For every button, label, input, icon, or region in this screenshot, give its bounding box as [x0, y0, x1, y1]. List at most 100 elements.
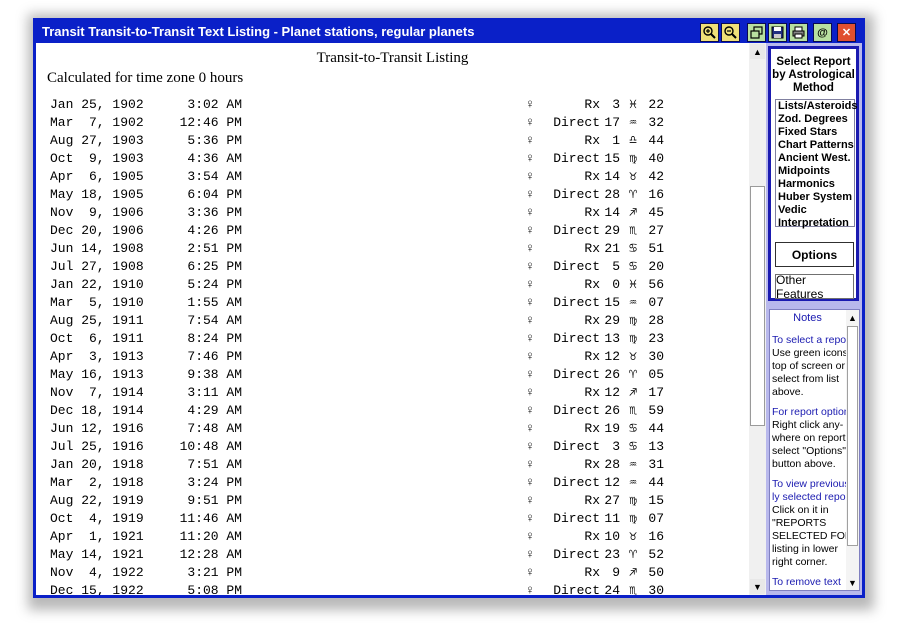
row-date: Jul 27, 1908	[50, 259, 144, 274]
row-degree: 0	[612, 277, 620, 292]
restore-icon[interactable]	[747, 23, 766, 42]
row-time: 4:36 AM	[187, 151, 242, 166]
zodiac-sign-icon: ♐	[629, 565, 637, 580]
venus-glyph-icon: ♀	[526, 475, 534, 490]
row-time: 4:26 PM	[187, 223, 242, 238]
row-minute: 27	[648, 223, 664, 238]
notes-scroll-thumb[interactable]	[847, 326, 858, 546]
list-item[interactable]: Vedic	[776, 204, 854, 217]
row-date: Jan 22, 1910	[50, 277, 144, 292]
list-item[interactable]: Midpoints	[776, 165, 854, 178]
row-degree: 17	[604, 115, 620, 130]
row-time: 7:54 AM	[187, 313, 242, 328]
venus-glyph-icon: ♀	[526, 529, 534, 544]
venus-glyph-icon: ♀	[526, 421, 534, 436]
row-minute: 59	[648, 403, 664, 418]
row-date: Nov 4, 1922	[50, 565, 144, 580]
zoom-out-icon[interactable]	[721, 23, 740, 42]
row-motion: Direct	[553, 475, 600, 490]
row-motion: Rx	[584, 169, 600, 184]
row-degree: 29	[604, 313, 620, 328]
row-date: Jan 25, 1902	[50, 97, 144, 112]
row-degree: 9	[612, 565, 620, 580]
zodiac-sign-icon: ♈	[629, 187, 637, 202]
venus-glyph-icon: ♀	[526, 349, 534, 364]
row-motion: Direct	[553, 295, 600, 310]
row-motion: Direct	[553, 439, 600, 454]
other-features-button[interactable]: Other Features	[775, 273, 854, 301]
row-date: Aug 25, 1911	[50, 313, 144, 328]
window-title: Transit Transit-to-Transit Text Listing …	[42, 24, 475, 39]
zoom-in-icon[interactable]	[700, 23, 719, 42]
notes-scrollbar[interactable]: ▲ ▼	[846, 310, 859, 590]
scroll-down-icon[interactable]: ▼	[750, 579, 765, 594]
zodiac-sign-icon: ♒	[629, 475, 637, 490]
row-date: Nov 9, 1906	[50, 205, 144, 220]
row-date: Aug 27, 1903	[50, 133, 144, 148]
row-degree: 19	[604, 421, 620, 436]
venus-glyph-icon: ♀	[526, 439, 534, 454]
list-item[interactable]: Ancient West.	[776, 152, 854, 165]
scroll-thumb[interactable]	[750, 186, 765, 426]
row-minute: 05	[648, 367, 664, 382]
row-date: Oct 9, 1903	[50, 151, 144, 166]
row-minute: 15	[648, 493, 664, 508]
row-minute: 32	[648, 115, 664, 130]
row-motion: Rx	[584, 421, 600, 436]
venus-glyph-icon: ♀	[526, 547, 534, 562]
zodiac-sign-icon: ♍	[629, 151, 637, 166]
list-item[interactable]: Lists/Asteroids	[776, 100, 857, 113]
venus-glyph-icon: ♀	[526, 115, 534, 130]
row-time: 7:46 PM	[187, 349, 242, 364]
row-minute: 30	[648, 349, 664, 364]
row-motion: Rx	[584, 529, 600, 544]
zodiac-sign-icon: ♍	[629, 493, 637, 508]
row-time: 2:51 PM	[187, 241, 242, 256]
print-icon[interactable]	[789, 23, 808, 42]
list-item[interactable]: Chart Patterns	[776, 139, 854, 152]
list-item[interactable]: Interpretation	[776, 217, 854, 230]
venus-glyph-icon: ♀	[526, 385, 534, 400]
notes-scroll-down-icon[interactable]: ▼	[846, 576, 859, 589]
row-minute: 16	[648, 529, 664, 544]
row-date: Apr 1, 1921	[50, 529, 144, 544]
zodiac-sign-icon: ♋	[629, 241, 637, 256]
row-date: Aug 22, 1919	[50, 493, 144, 508]
email-icon[interactable]: @	[813, 23, 832, 42]
list-item[interactable]: Huber System	[776, 191, 854, 204]
zodiac-sign-icon: ♉	[629, 529, 637, 544]
zodiac-sign-icon: ♏	[629, 403, 637, 418]
list-item[interactable]: Zod. Degrees	[776, 113, 854, 126]
venus-glyph-icon: ♀	[526, 367, 534, 382]
row-time: 9:51 PM	[187, 493, 242, 508]
row-time: 4:29 AM	[187, 403, 242, 418]
row-motion: Direct	[553, 547, 600, 562]
venus-glyph-icon: ♀	[526, 169, 534, 184]
row-time: 9:38 AM	[187, 367, 242, 382]
title-bar[interactable]: Transit Transit-to-Transit Text Listing …	[36, 21, 862, 43]
close-icon[interactable]: ✕	[837, 23, 856, 42]
zodiac-sign-icon: ♒	[629, 457, 637, 472]
report-content[interactable]: Transit-to-Transit Listing Calculated fo…	[36, 43, 749, 595]
row-degree: 26	[604, 367, 620, 382]
row-degree: 24	[604, 583, 620, 595]
zodiac-sign-icon: ♎	[629, 133, 637, 148]
row-motion: Rx	[584, 493, 600, 508]
zodiac-sign-icon: ♈	[629, 547, 637, 562]
row-degree: 10	[604, 529, 620, 544]
row-motion: Direct	[553, 151, 600, 166]
venus-glyph-icon: ♀	[526, 565, 534, 580]
row-date: Mar 5, 1910	[50, 295, 144, 310]
report-method-list[interactable]: Lists/Asteroids Zod. Degrees Fixed Stars Ch…	[775, 99, 857, 230]
scroll-up-icon[interactable]: ▲	[750, 44, 765, 59]
row-motion: Direct	[553, 259, 600, 274]
row-time: 6:25 PM	[187, 259, 242, 274]
options-button[interactable]: Options	[775, 242, 854, 267]
list-item[interactable]: Fixed Stars	[776, 126, 854, 139]
save-icon[interactable]	[768, 23, 787, 42]
zodiac-sign-icon: ♒	[629, 295, 637, 310]
notes-scroll-up-icon[interactable]: ▲	[846, 311, 859, 324]
row-motion: Rx	[584, 385, 600, 400]
report-scrollbar[interactable]: ▲ ▼	[749, 43, 766, 595]
list-item[interactable]: Harmonics	[776, 178, 854, 191]
